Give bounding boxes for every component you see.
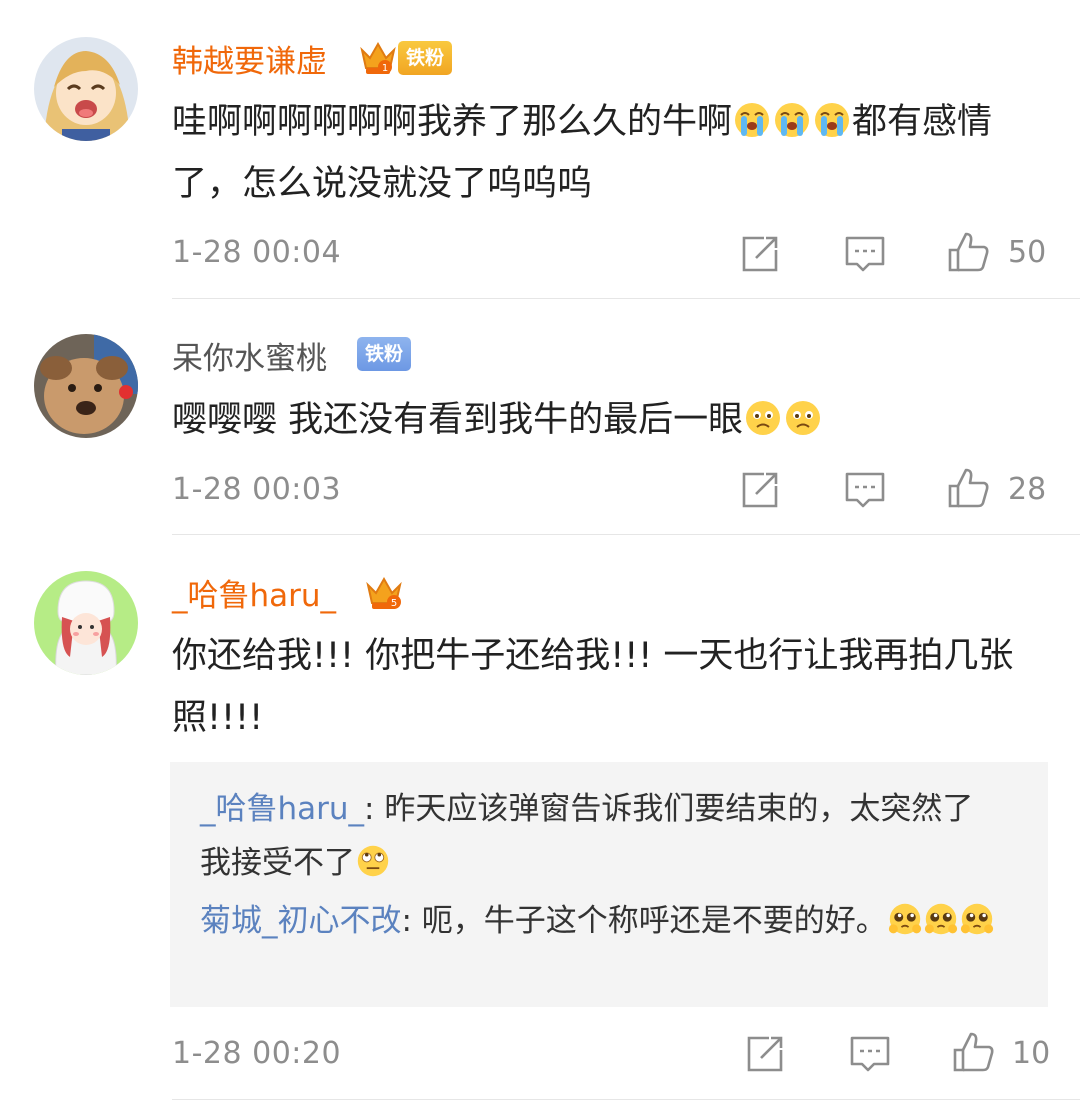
- crying-emoji-icon: [773, 101, 811, 139]
- sad-emoji-icon: [784, 399, 822, 437]
- vip-crown-icon: 1: [358, 38, 398, 78]
- crying-emoji-icon: [813, 101, 851, 139]
- avatar[interactable]: [34, 571, 138, 675]
- vip-crown-icon: 5: [364, 573, 404, 613]
- username[interactable]: _哈鲁haru_: [172, 576, 336, 616]
- repost-icon[interactable]: [738, 232, 782, 276]
- username[interactable]: 韩越要谦虚: [172, 42, 327, 82]
- pleading-emoji-icon: [960, 902, 994, 936]
- repost-icon[interactable]: [738, 468, 782, 512]
- pleading-emoji-icon: [924, 902, 958, 936]
- timestamp: 1-28 00:04: [172, 235, 342, 270]
- comment-item: 韩越要谦虚 1 铁粉 哇啊啊啊啊啊啊我养了那么久的牛啊 都有感情了，怎么说没就没了…: [0, 0, 1080, 300]
- repost-icon[interactable]: [743, 1032, 787, 1076]
- svg-text:5: 5: [391, 598, 397, 609]
- reply-separator: :: [401, 903, 412, 939]
- like-icon[interactable]: [951, 1030, 995, 1074]
- comment-item: 呆你水蜜桃 铁粉 嘤嘤嘤 我还没有看到我牛的最后一眼 1-28 00:03 28: [0, 300, 1080, 535]
- avatar[interactable]: [34, 37, 138, 141]
- comment-text: 你还给我!!! 你把牛子还给我!!! 一天也行让我再拍几张照!!!!: [172, 636, 1014, 738]
- like-count: 28: [1008, 472, 1047, 507]
- reply-thread[interactable]: _哈鲁haru_: 昨天应该弹窗告诉我们要结束的，太突然了我接受不了 菊城_初心…: [170, 762, 1048, 1007]
- reply-item: _哈鲁haru_: 昨天应该弹窗告诉我们要结束的，太突然了我接受不了: [200, 782, 1000, 890]
- comment-text: 哇啊啊啊啊啊啊我养了那么久的牛啊 都有感情了，怎么说没就没了呜呜呜: [172, 101, 993, 204]
- eye-roll-emoji-icon: [356, 844, 390, 878]
- reply-item: 菊城_初心不改: 呃，牛子这个称呼还是不要的好。: [200, 894, 1000, 948]
- comment-item: _哈鲁haru_ 5 你还给我!!! 你把牛子还给我!!! 一天也行让我再拍几张…: [0, 535, 1080, 1107]
- timestamp: 1-28 00:20: [172, 1036, 342, 1071]
- svg-text:1: 1: [382, 63, 388, 74]
- divider: [172, 1099, 1080, 1100]
- reply-username[interactable]: _哈鲁haru_: [200, 791, 364, 827]
- reply-text: 呃，牛子这个称呼还是不要的好。: [411, 903, 887, 939]
- comment-text: 嘤嘤嘤 我还没有看到我牛的最后一眼: [172, 389, 1052, 451]
- like-count: 10: [1012, 1036, 1051, 1071]
- reply-username[interactable]: 菊城_初心不改: [200, 903, 402, 939]
- timestamp: 1-28 00:03: [172, 472, 342, 507]
- like-count: 50: [1008, 235, 1047, 270]
- reply-separator: :: [364, 791, 375, 827]
- comment-icon[interactable]: [843, 468, 887, 512]
- fan-badge: 铁粉: [398, 41, 453, 75]
- like-icon[interactable]: [946, 466, 990, 510]
- comment-icon[interactable]: [848, 1032, 892, 1076]
- comment-icon[interactable]: [843, 232, 887, 276]
- username[interactable]: 呆你水蜜桃: [172, 339, 327, 379]
- crying-emoji-icon: [733, 101, 771, 139]
- pleading-emoji-icon: [888, 902, 922, 936]
- avatar[interactable]: [34, 334, 138, 438]
- sad-emoji-icon: [744, 399, 782, 437]
- like-icon[interactable]: [946, 230, 990, 274]
- fan-badge: 铁粉: [357, 337, 412, 371]
- divider: [172, 298, 1080, 299]
